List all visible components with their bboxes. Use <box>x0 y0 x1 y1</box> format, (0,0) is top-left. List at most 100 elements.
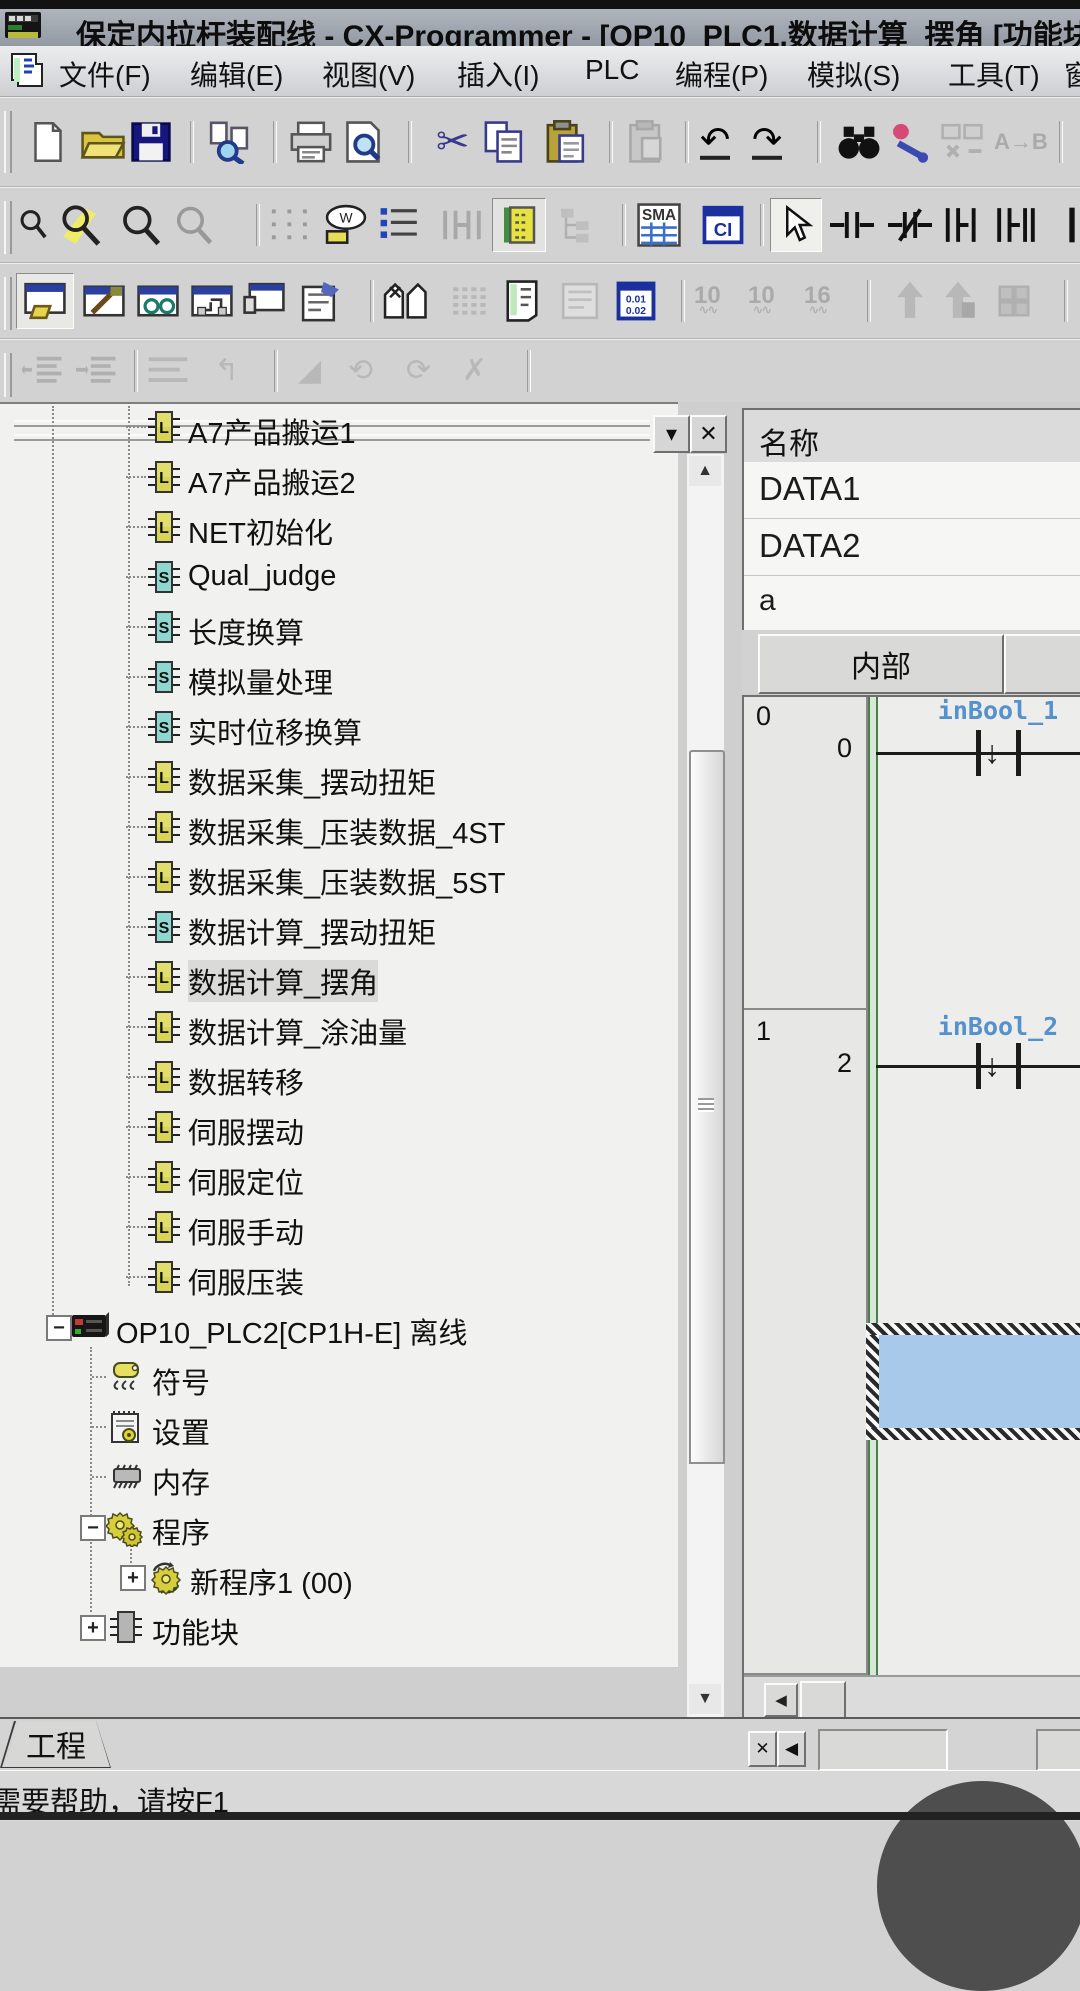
variable-row[interactable]: DATA1 <box>744 462 1080 519</box>
show-comment-list-icon[interactable] <box>378 203 422 247</box>
variable-row[interactable]: DATA2 <box>744 519 1080 576</box>
tree-item[interactable]: S模拟量处理 <box>0 652 678 702</box>
zoom-edit-icon[interactable] <box>58 203 106 247</box>
tree-item[interactable]: L数据计算_摆角 <box>0 952 678 1002</box>
outdent-rung-icon[interactable] <box>22 353 64 389</box>
zoom-out-icon[interactable] <box>174 204 214 246</box>
toolbar-handle[interactable] <box>4 277 12 330</box>
new-vertical-contact-icon[interactable] <box>940 205 984 245</box>
variable-table-header[interactable]: 名称 <box>742 408 1080 464</box>
tree-item[interactable]: SQual_judge <box>0 552 678 602</box>
menu-file[interactable]: 文件(F) <box>59 54 151 94</box>
tree-item[interactable]: L伺服摆动 <box>0 1102 678 1152</box>
collapse-toggle[interactable]: − <box>80 1515 106 1541</box>
rung-wrap-icon[interactable] <box>440 205 484 245</box>
variable-row[interactable]: a <box>744 576 1080 631</box>
toolbar-handle[interactable] <box>4 111 12 173</box>
zoom-small-icon[interactable] <box>18 208 48 242</box>
ci-window-icon[interactable]: CI <box>702 205 744 245</box>
mdi-child-icon[interactable] <box>8 52 44 95</box>
tree-scrollbar[interactable]: ▲ ▼ <box>686 454 724 1717</box>
grid-icon[interactable] <box>268 205 312 245</box>
print-icon[interactable] <box>288 120 334 164</box>
zoom-in-icon[interactable] <box>120 203 162 247</box>
tree-item[interactable]: L数据采集_压装数据_4ST <box>0 802 678 852</box>
tree-item[interactable]: L数据采集_摆动扭矩 <box>0 752 678 802</box>
rung-comment-icon[interactable]: W <box>322 203 370 247</box>
menu-window[interactable]: 窗 <box>1064 54 1080 94</box>
menu-plc[interactable]: PLC <box>585 54 639 86</box>
tree-item[interactable]: +新程序1 (00) <box>0 1552 678 1602</box>
new-wire-icon[interactable] <box>1064 205 1080 245</box>
selection-block[interactable] <box>879 1335 1080 1428</box>
close-output-button[interactable]: ✕ <box>748 1731 777 1767</box>
tab-next-partial[interactable] <box>1004 634 1080 694</box>
expand-toggle[interactable]: + <box>80 1615 106 1641</box>
compare-icon[interactable] <box>940 120 984 164</box>
new-file-icon[interactable] <box>28 120 68 164</box>
collapse-toggle[interactable]: − <box>46 1315 72 1341</box>
save-file-icon[interactable] <box>130 121 172 163</box>
expand-toggle[interactable]: + <box>120 1565 146 1591</box>
copy-icon[interactable] <box>482 120 526 164</box>
cut-icon[interactable]: ✂ <box>436 122 470 162</box>
tree-item[interactable]: L伺服手动 <box>0 1202 678 1252</box>
print-preview-icon[interactable] <box>342 120 384 164</box>
tree-item[interactable]: S实时位移换算 <box>0 702 678 752</box>
tree-item[interactable]: 设置 <box>0 1402 678 1452</box>
fb-parts-icon[interactable] <box>380 279 428 323</box>
tree-item[interactable]: 内存 <box>0 1452 678 1502</box>
ladder-h-scrollbar[interactable]: ◀ <box>744 1675 1080 1719</box>
menu-edit[interactable]: 编辑(E) <box>190 54 283 94</box>
tree-item[interactable]: −程序 <box>0 1502 678 1552</box>
smart-input-icon[interactable]: SMA <box>636 202 682 248</box>
close-window-button[interactable]: ✕ <box>690 415 727 453</box>
redo-icon[interactable]: ↷ <box>752 123 782 159</box>
tree-item[interactable]: L伺服压装 <box>0 1252 678 1302</box>
tree-item[interactable]: L数据采集_压装数据_5ST <box>0 852 678 902</box>
tree-item[interactable]: LNET初始化 <box>0 502 678 552</box>
tree-item[interactable]: L伺服定位 <box>0 1152 678 1202</box>
h-scrollbar-thumb[interactable] <box>800 1681 846 1719</box>
menu-simulation[interactable]: 模拟(S) <box>807 54 900 94</box>
scrollbar-thumb[interactable] <box>689 750 725 1464</box>
binary-monitor-icon[interactable]: 0.010.02 <box>614 279 658 323</box>
fb-settings-icon[interactable] <box>888 120 932 164</box>
new-closed-contact-icon[interactable] <box>888 205 932 245</box>
tree-view-icon[interactable] <box>556 205 596 245</box>
paste-special-icon[interactable] <box>624 120 668 164</box>
watch-window-icon[interactable] <box>136 281 180 321</box>
io-comment-icon[interactable] <box>500 279 544 323</box>
set-mark-icon[interactable]: ◢ <box>298 356 321 386</box>
monitor-sheet-icon[interactable] <box>558 281 602 321</box>
new-vertical-closed-contact-icon[interactable] <box>994 205 1038 245</box>
indent-rung-icon[interactable] <box>76 353 118 389</box>
tree-item[interactable]: −OP10_PLC2[CP1H-E] 离线 <box>0 1302 678 1352</box>
menu-insert[interactable]: 插入(I) <box>457 54 539 94</box>
base-hex-icon[interactable]: 16∿∿ <box>804 286 831 316</box>
tree-item[interactable]: L数据计算_涂油量 <box>0 1002 678 1052</box>
tree-item[interactable]: 符号 <box>0 1352 678 1402</box>
cross-reference-window-icon[interactable] <box>190 281 234 321</box>
address-reference-window-icon[interactable] <box>242 281 286 321</box>
select-mode-icon[interactable] <box>770 198 822 252</box>
menu-program[interactable]: 编程(P) <box>675 54 768 94</box>
toolbar-handle[interactable] <box>4 201 12 254</box>
a-to-b-icon[interactable]: A→B <box>994 133 1048 151</box>
menu-tools[interactable]: 工具(T) <box>948 54 1040 94</box>
monitor-run-icon[interactable] <box>890 279 930 323</box>
scroll-left-button[interactable]: ◀ <box>764 1683 798 1717</box>
show-rung-annotation-icon[interactable] <box>492 198 546 252</box>
base-signed-decimal-icon[interactable]: 10∿∿ <box>748 286 775 316</box>
rung-list-icon[interactable] <box>146 354 190 388</box>
find-icon[interactable] <box>836 121 882 163</box>
network-icon[interactable] <box>448 281 492 321</box>
tree-item[interactable]: S数据计算_摆动扭矩 <box>0 902 678 952</box>
properties-icon[interactable] <box>298 279 344 323</box>
find-in-project-icon[interactable] <box>206 120 252 164</box>
open-file-icon[interactable] <box>80 122 126 162</box>
menu-view[interactable]: 视图(V) <box>322 54 415 94</box>
workspace-window-icon[interactable] <box>16 273 74 329</box>
undo-icon[interactable]: ↶ <box>700 123 730 159</box>
next-mark-icon[interactable]: ⟳ <box>406 356 431 386</box>
